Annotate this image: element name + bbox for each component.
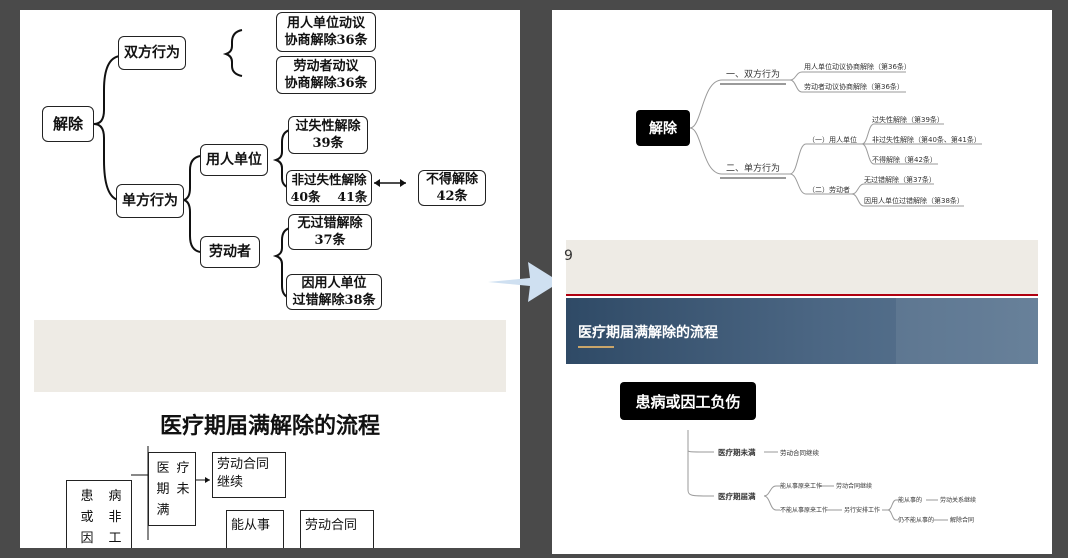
flow-expired: 医疗期届满	[718, 492, 756, 501]
banner-accent	[578, 346, 614, 348]
employer-node: 用人单位	[200, 144, 268, 176]
right-worker-label: （二）劳动者	[808, 186, 850, 194]
red-rule	[566, 294, 1038, 296]
flow-can-original-result: 劳动合同继续	[836, 483, 873, 490]
no-fault-resign-node: 无过错解除 37条	[288, 214, 372, 250]
flow-cannot-do: 仍不能从事的	[898, 517, 935, 524]
banner-title: 医疗期届满解除的流程	[578, 325, 718, 341]
slide-divider-band	[566, 240, 1038, 296]
right-employer-item: 非过失性解除（第40条、第41条）	[872, 136, 981, 144]
right-employer-label: （一）用人单位	[808, 136, 857, 144]
prohibited-dismissal-node: 不得解除 42条	[418, 170, 486, 206]
medical-period-box: 医疗 期未 满	[148, 452, 196, 526]
flow-root-node: 患病或因工负伤	[620, 382, 756, 420]
flow-unexpired: 医疗期未满	[718, 448, 756, 457]
root-node: 解除	[42, 106, 94, 142]
right-employer-item: 过失性解除（第39条）	[872, 116, 944, 124]
flow-can-original: 能从事原来工作	[780, 483, 823, 490]
flow-title: 医疗期届满解除的流程	[159, 413, 380, 439]
left-slide-panel: 解除 双方行为 用人单位动议 协商解除36条 劳动者动议 协商解除36条 单方行为 …	[20, 10, 520, 548]
employer-fault-resign-node: 因用人单位 过错解除38条	[286, 274, 382, 310]
right-bilateral-label: 一、双方行为	[726, 70, 781, 80]
right-employer-item: 不得解除（第42条）	[872, 156, 937, 164]
flow-can-do: 能从事的	[898, 497, 923, 504]
right-slide-panel: 解除 一、双方行为 用人单位动议协商解除（第36条） 劳动者动议协商解除（第36…	[552, 10, 1052, 554]
right-worker-item: 因用人单位过错解除（第38条）	[864, 197, 964, 205]
bilateral-worker-node: 劳动者动议 协商解除36条	[276, 56, 376, 94]
title-banner: 医疗期届满解除的流程	[566, 298, 1038, 364]
nonfault-dismissal-node: 非过失性解除 40条 41条	[286, 170, 372, 206]
right-bilateral-item: 劳动者动议协商解除（第36条）	[804, 83, 904, 91]
worker-node: 劳动者	[200, 236, 260, 268]
bilateral-employer-node: 用人单位动议 协商解除36条	[276, 12, 376, 52]
flow-cannot-do-result: 解除合同	[950, 517, 975, 524]
right-root-node: 解除	[636, 110, 690, 146]
slide-number: 9	[564, 248, 573, 264]
flow-unexpired-result: 劳动合同继续	[780, 449, 819, 457]
bilateral-node: 双方行为	[118, 36, 186, 70]
right-bilateral-item: 用人单位动议协商解除（第36条）	[804, 63, 911, 71]
right-worker-item: 无过错解除（第37条）	[864, 176, 936, 184]
flow-cannot-original: 不能从事原来工作	[780, 507, 829, 514]
slide-divider-band	[34, 320, 506, 392]
unilateral-node: 单方行为	[116, 184, 184, 218]
can-work-box: 能从事	[226, 510, 284, 548]
flow-reassign: 另行安排工作	[844, 507, 881, 514]
contract-continue-box: 劳动合同 继续	[212, 452, 286, 498]
fault-dismissal-node: 过失性解除 39条	[288, 116, 368, 154]
contract-box-2: 劳动合同	[300, 510, 374, 548]
flow-can-do-result: 劳动关系继续	[940, 497, 977, 504]
right-unilateral-label: 二、单方行为	[726, 164, 781, 174]
patient-box: 患病 或非 因工	[66, 480, 132, 548]
